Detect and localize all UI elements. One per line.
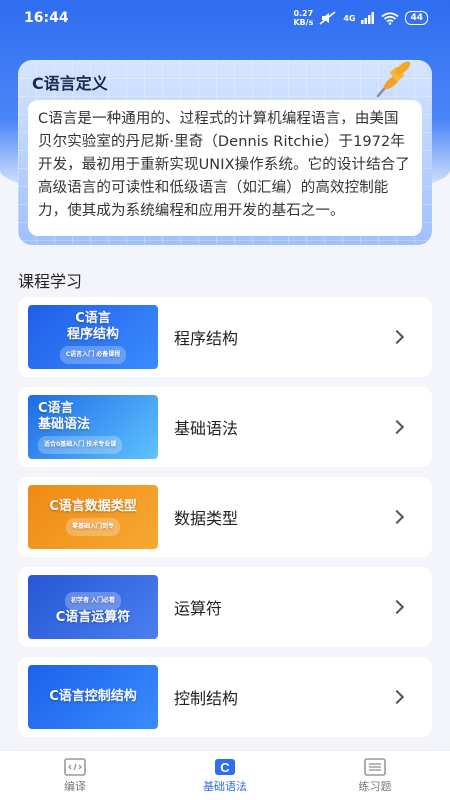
nav-tab-exercises[interactable]: 练习题 xyxy=(300,751,450,800)
course-list: C语言 程序结构 C语言入门 必备课程 程序结构 C语言 基础语法 适合0基础入… xyxy=(18,297,432,747)
course-label: 基础语法 xyxy=(174,419,239,438)
course-item-data-types[interactable]: C语言数据类型 零基础入门到专 数据类型 xyxy=(18,477,432,557)
list-icon xyxy=(364,757,386,776)
chevron-right-icon xyxy=(389,599,405,615)
nav-tab-basic-syntax[interactable]: C 基础语法 xyxy=(150,751,300,800)
status-bar: 16:44 0.27 KB/s 4G 44 xyxy=(0,0,450,36)
nav-tab-compile[interactable]: 编译 xyxy=(0,751,150,800)
nav-label: 编译 xyxy=(64,779,86,793)
nav-label: 基础语法 xyxy=(203,779,247,793)
course-thumbnail: C语言 程序结构 C语言入门 必备课程 xyxy=(28,305,158,369)
chevron-right-icon xyxy=(389,689,405,705)
network-speed: 0.27 KB/s xyxy=(293,9,314,27)
status-time: 16:44 xyxy=(24,10,69,26)
course-thumbnail: C语言数据类型 零基础入门到专 xyxy=(28,485,158,549)
battery-indicator: 44 xyxy=(405,11,428,25)
course-label: 运算符 xyxy=(174,599,223,618)
definition-title: C语言定义 xyxy=(32,74,108,93)
code-icon xyxy=(64,757,86,776)
course-item-program-structure[interactable]: C语言 程序结构 C语言入门 必备课程 程序结构 xyxy=(18,297,432,377)
definition-card: C语言定义 C语言是一种通用的、过程式的计算机编程语言，由美国贝尔实验室的丹尼斯… xyxy=(18,60,432,245)
course-thumbnail: C语言 基础语法 适合0基础入门 技术专业课 xyxy=(28,395,158,459)
pushpin-icon xyxy=(376,61,411,98)
course-thumbnail: C语言控制结构 xyxy=(28,665,158,729)
course-thumbnail: 初学者 入门必看 C语言运算符 xyxy=(28,575,158,639)
status-icons: 0.27 KB/s 4G 44 xyxy=(293,9,428,27)
definition-text: C语言是一种通用的、过程式的计算机编程语言，由美国贝尔实验室的丹尼斯·里奇（De… xyxy=(28,100,422,236)
chevron-right-icon xyxy=(389,419,405,435)
mute-icon xyxy=(319,11,336,25)
course-label: 数据类型 xyxy=(174,509,239,528)
bottom-navigation: 编译 C 基础语法 练习题 xyxy=(0,750,450,800)
course-section-title: 课程学习 xyxy=(18,272,83,291)
wifi-icon xyxy=(381,11,400,25)
course-item-basic-syntax[interactable]: C语言 基础语法 适合0基础入门 技术专业课 基础语法 xyxy=(18,387,432,467)
svg-text:C: C xyxy=(220,760,230,775)
c-language-icon: C xyxy=(215,758,235,775)
course-label: 程序结构 xyxy=(174,329,239,348)
chevron-right-icon xyxy=(389,509,405,525)
nav-label: 练习题 xyxy=(358,779,392,793)
signal-icon xyxy=(361,12,375,24)
chevron-right-icon xyxy=(389,329,405,345)
course-item-operators[interactable]: 初学者 入门必看 C语言运算符 运算符 xyxy=(18,567,432,647)
network-type: 4G xyxy=(343,13,356,23)
course-item-control-structures[interactable]: C语言控制结构 控制结构 xyxy=(18,657,432,737)
course-label: 控制结构 xyxy=(174,689,239,708)
